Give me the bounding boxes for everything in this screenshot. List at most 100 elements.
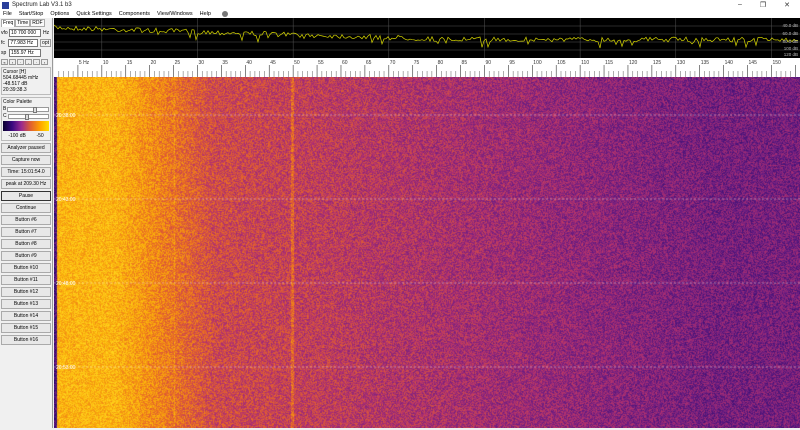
panel-button-14[interactable]: Button #13 (1, 299, 51, 309)
scale-label: 120 (629, 60, 638, 66)
opt-button[interactable]: opt (40, 38, 51, 47)
zoom-out-button[interactable]: - (25, 59, 32, 65)
scale-label: 75 (414, 60, 420, 66)
menu-options[interactable]: Options (50, 11, 69, 17)
panel-button-15[interactable]: Button #14 (1, 311, 51, 321)
scale-label: 135 (701, 60, 710, 66)
menu-file[interactable]: File (3, 11, 12, 17)
scroll-right-button[interactable]: › (41, 59, 48, 65)
scale-label: 25 (175, 60, 181, 66)
tab-time[interactable]: Time (15, 19, 31, 27)
scale-label: 140 (725, 60, 734, 66)
waterfall-time-label: 20:48:00 (56, 281, 76, 287)
panel-button-11[interactable]: Button #10 (1, 263, 51, 273)
scale-label: 35 (222, 60, 228, 66)
scale-label: 65 (366, 60, 372, 66)
panel-button-10[interactable]: Button #9 (1, 251, 51, 261)
panel-button-6[interactable]: Continue (1, 203, 51, 213)
color-palette-group: Color Palette B C -100 dB -50 (1, 97, 51, 141)
panel-button-7[interactable]: Button #6 (1, 215, 51, 225)
restore-button[interactable]: ❐ (760, 1, 766, 9)
vfo-unit: Hz (43, 29, 50, 36)
scale-label: 15 (127, 60, 133, 66)
panel-button-1[interactable]: Analyzer paused (1, 143, 51, 153)
panel-button-9[interactable]: Button #8 (1, 239, 51, 249)
minimize-button[interactable]: – (738, 1, 742, 9)
scale-label: 130 (677, 60, 686, 66)
scale-label: 30 (198, 60, 204, 66)
db-label: 40.0 dB (782, 23, 798, 28)
menu-components[interactable]: Components (119, 11, 150, 17)
scale-label: 125 (653, 60, 662, 66)
record-indicator-icon[interactable] (221, 11, 228, 17)
spectrum-graph[interactable]: 40.0 dB 60.0 dB 80.0 dB 100 dB 120 dB (53, 18, 800, 58)
zoom-button-1[interactable]: · (17, 59, 24, 65)
palette-title: Color Palette (3, 99, 32, 105)
menu-quick-settings[interactable]: Quick Settings (76, 11, 111, 17)
frequency-scale[interactable]: 5 Hz 10 15 20 25 30 35 40 45 50 55 60 65 70 75 80 85 90 95… (54, 58, 800, 77)
zoom-button-2[interactable]: · (33, 59, 40, 65)
vfo-input[interactable]: 10 700 000 (9, 28, 41, 37)
scale-label: 10 (103, 60, 109, 66)
panel-button-4[interactable]: peak at 209.30 Hz (1, 179, 51, 189)
panel-button-5[interactable]: Pause (1, 191, 51, 201)
cursor-time: 20:39:38.3 (3, 87, 27, 93)
waterfall-time-label: 20:38:00 (56, 113, 76, 119)
sp-input[interactable]: 155.97 Hz (9, 48, 41, 57)
panel-button-17[interactable]: Button #16 (1, 335, 51, 345)
title-bar: Spectrum Lab V3.1 b3 – ❐ ✕ (0, 0, 800, 10)
waterfall-time-label: 20:53:00 (56, 365, 76, 371)
db-label: 120 dB (783, 52, 798, 57)
contrast-label: C (3, 113, 7, 119)
scale-label: 50 (294, 60, 300, 66)
scale-label: 100 (533, 60, 542, 66)
scale-label: 95 (509, 60, 515, 66)
window-title: Spectrum Lab V3.1 b3 (12, 2, 72, 8)
menu-help[interactable]: Help (200, 11, 211, 17)
fc-input[interactable]: 77.983 Hz (8, 38, 39, 47)
fc-label: fc (1, 39, 5, 46)
panel-button-12[interactable]: Button #11 (1, 275, 51, 285)
scale-label: 60 (342, 60, 348, 66)
brightness-slider[interactable] (7, 106, 49, 113)
scale-label: 70 (390, 60, 396, 66)
waterfall-display[interactable]: 20:38:00 20:43:00 20:48:00 20:53:00 (54, 77, 800, 428)
panel-button-16[interactable]: Button #15 (1, 323, 51, 333)
scroll-left-button[interactable]: ‹ (9, 59, 16, 65)
spectrum-trace (53, 24, 799, 49)
scale-label: 145 (749, 60, 758, 66)
scale-label: 20 (151, 60, 157, 66)
menu-start-stop[interactable]: Start/Stop (19, 11, 43, 17)
contrast-slider[interactable] (7, 113, 49, 120)
scale-label: 85 (462, 60, 468, 66)
tab-rdf[interactable]: RDF (30, 19, 45, 27)
db-label: 80.0 dB (782, 39, 798, 44)
color-palette-bar (3, 121, 49, 131)
panel-button-2[interactable]: Capture now (1, 155, 51, 165)
brightness-thumb[interactable] (33, 106, 38, 113)
scale-label: 90 (485, 60, 491, 66)
palette-max: -50 (36, 133, 44, 139)
panel-button-13[interactable]: Button #12 (1, 287, 51, 297)
menu-view-windows[interactable]: View/Windows (157, 11, 193, 17)
panel-button-3[interactable]: Time: 15:01:54.0 (1, 167, 51, 177)
panel-button-8[interactable]: Button #7 (1, 227, 51, 237)
close-button[interactable]: ✕ (784, 1, 790, 9)
scale-label: 40 (246, 60, 252, 66)
palette-min: -100 dB (8, 133, 26, 139)
scale-label: 115 (605, 60, 613, 66)
contrast-thumb[interactable] (24, 113, 29, 120)
tab-freq[interactable]: Freq (1, 19, 16, 27)
scale-label: 45 (270, 60, 276, 66)
scroll-far-left-button[interactable]: « (1, 59, 8, 65)
app-logo-icon (2, 1, 9, 9)
control-panel: Freq Time RDF vfo 10 700 000 Hz fc 77.983 H… (0, 18, 53, 428)
scale-label: 110 (581, 60, 589, 66)
vfo-label: vfo (1, 29, 8, 36)
scale-label: 5 Hz (79, 60, 90, 66)
brightness-label: B (3, 106, 7, 112)
sp-label: sp (1, 49, 7, 56)
cursor-group: Cursor [H] 504.68445 mHz -48.517 dB 20:3… (1, 67, 51, 95)
scale-label: 55 (318, 60, 324, 66)
menu-bar: File Start/Stop Options Quick Settings C… (0, 10, 800, 18)
